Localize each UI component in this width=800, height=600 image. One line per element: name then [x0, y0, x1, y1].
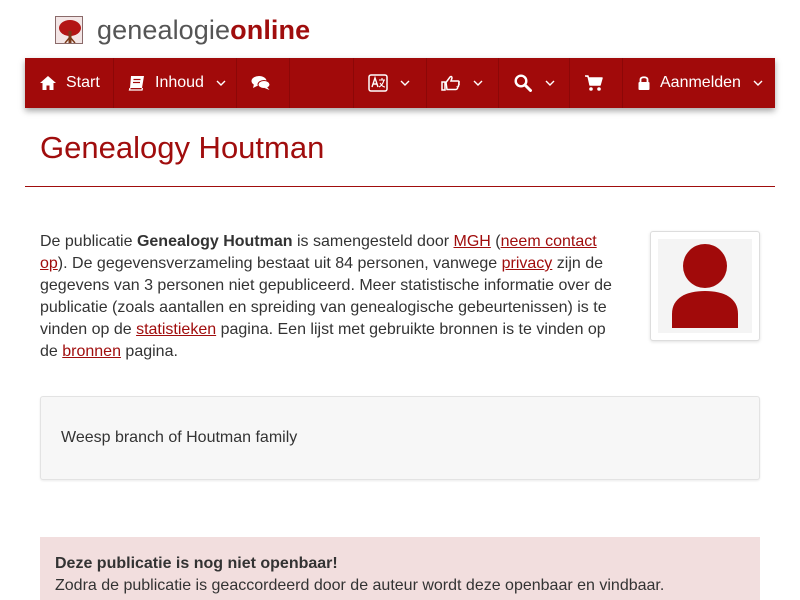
description-text: Weesp branch of Houtman family: [61, 429, 298, 446]
nav-inhoud[interactable]: Inhoud: [114, 58, 237, 108]
author-link[interactable]: MGH: [454, 233, 491, 250]
publication-description: Weesp branch of Houtman family: [40, 396, 760, 480]
privacy-link[interactable]: privacy: [502, 255, 553, 272]
sources-link[interactable]: bronnen: [62, 343, 121, 360]
avatar: [658, 239, 752, 333]
chevron-down-icon: [473, 80, 483, 86]
not-public-alert: Deze publicatie is nog niet openbaar! Zo…: [40, 537, 760, 600]
nav-start-label: Start: [66, 74, 100, 91]
nav-login-label: Aanmelden: [660, 74, 741, 91]
nav-spacer: [290, 58, 354, 108]
chevron-down-icon: [400, 80, 410, 86]
nav-language[interactable]: [354, 58, 427, 108]
main-navbar: Start Inhoud Aanmelden: [25, 58, 775, 108]
alert-body: Zodra de publicatie is geaccordeerd door…: [55, 577, 665, 594]
language-icon: [368, 73, 388, 93]
intro-text: ). De gegevensverzameling bestaat uit 84…: [57, 255, 502, 272]
author-avatar-card[interactable]: [650, 231, 760, 341]
publication-intro: De publicatie Genealogy Houtman is samen…: [40, 231, 620, 363]
nav-inhoud-label: Inhoud: [155, 74, 204, 91]
cart-icon: [584, 73, 604, 93]
site-logo[interactable]: genealogieonline: [55, 14, 310, 46]
title-divider: [25, 186, 775, 187]
comments-icon: [251, 73, 271, 93]
logo-text-accent: online: [230, 15, 311, 45]
chevron-down-icon: [545, 80, 555, 86]
page-title: Genealogy Houtman: [40, 130, 325, 165]
statistics-link[interactable]: statistieken: [136, 321, 216, 338]
tree-logo-icon: [55, 16, 83, 44]
nav-share[interactable]: [427, 58, 499, 108]
lock-icon: [637, 73, 651, 93]
search-icon: [513, 73, 533, 93]
nav-forum[interactable]: [237, 58, 290, 108]
intro-text: pagina.: [120, 343, 178, 360]
logo-text-main: genealogie: [97, 15, 231, 45]
intro-text: (: [490, 233, 501, 250]
home-icon: [39, 73, 57, 93]
chevron-down-icon: [216, 80, 226, 86]
nav-cart[interactable]: [570, 58, 623, 108]
user-silhouette-icon: [672, 244, 738, 328]
nav-login[interactable]: Aanmelden: [623, 58, 775, 108]
alert-title: Deze publicatie is nog niet openbaar!: [55, 555, 338, 572]
nav-search[interactable]: [499, 58, 570, 108]
nav-start[interactable]: Start: [25, 58, 114, 108]
publication-name: Genealogy Houtman: [136, 233, 293, 250]
logo-wordmark: genealogieonline: [97, 15, 310, 45]
book-icon: [128, 73, 146, 93]
intro-text: is samengesteld door: [292, 233, 454, 250]
chevron-down-icon: [753, 80, 763, 86]
thumbs-up-icon: [441, 73, 461, 93]
intro-text: De publicatie: [40, 233, 137, 250]
